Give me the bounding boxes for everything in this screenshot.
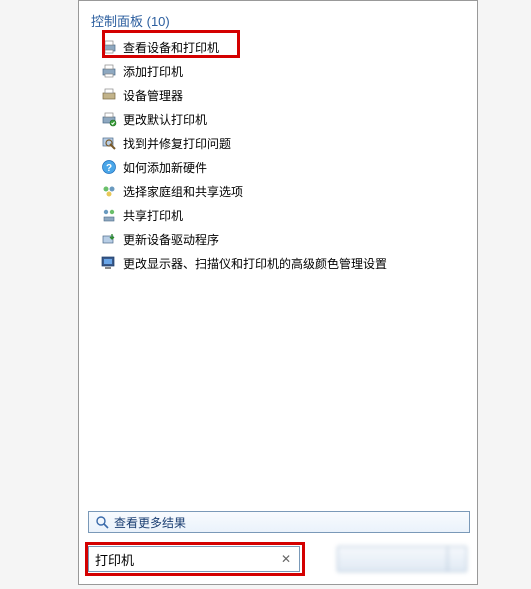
result-add-printer[interactable]: 添加打印机 bbox=[101, 60, 469, 82]
clear-search-icon[interactable]: ✕ bbox=[279, 552, 293, 566]
result-troubleshoot-printing[interactable]: 找到并修复打印问题 bbox=[101, 132, 469, 154]
device-manager-icon bbox=[101, 87, 117, 103]
troubleshoot-icon bbox=[101, 135, 117, 151]
result-label: 更改默认打印机 bbox=[123, 111, 207, 128]
result-label: 共享打印机 bbox=[123, 207, 183, 224]
update-driver-icon bbox=[101, 231, 117, 247]
results-list: 查看设备和打印机 添加打印机 设备管理器 更改默认打印机 找到并修复打印问题 bbox=[79, 36, 477, 274]
search-input[interactable] bbox=[95, 552, 279, 567]
help-icon: ? bbox=[101, 159, 117, 175]
result-label: 添加打印机 bbox=[123, 63, 183, 80]
search-box[interactable]: ✕ bbox=[88, 546, 300, 572]
search-results-panel: 控制面板 (10) 查看设备和打印机 添加打印机 设备管理器 更改默认打印机 bbox=[78, 0, 478, 585]
result-label: 找到并修复打印问题 bbox=[123, 135, 231, 152]
result-label: 更改显示器、扫描仪和打印机的高级颜色管理设置 bbox=[123, 255, 387, 272]
printer-add-icon bbox=[101, 63, 117, 79]
see-more-label: 查看更多结果 bbox=[114, 514, 186, 531]
result-change-default-printer[interactable]: 更改默认打印机 bbox=[101, 108, 469, 130]
printer-default-icon bbox=[101, 111, 117, 127]
result-color-management[interactable]: 更改显示器、扫描仪和打印机的高级颜色管理设置 bbox=[101, 252, 469, 274]
share-printer-icon bbox=[101, 207, 117, 223]
shutdown-split-divider bbox=[447, 547, 448, 571]
see-more-results-button[interactable]: 查看更多结果 bbox=[88, 511, 470, 533]
result-update-driver[interactable]: 更新设备驱动程序 bbox=[101, 228, 469, 250]
result-homegroup-sharing[interactable]: 选择家庭组和共享选项 bbox=[101, 180, 469, 202]
homegroup-icon bbox=[101, 183, 117, 199]
search-icon bbox=[95, 515, 109, 529]
result-device-manager[interactable]: 设备管理器 bbox=[101, 84, 469, 106]
result-label: 选择家庭组和共享选项 bbox=[123, 183, 243, 200]
result-label: 如何添加新硬件 bbox=[123, 159, 207, 176]
color-management-icon bbox=[101, 255, 117, 271]
shutdown-button[interactable] bbox=[337, 546, 467, 572]
search-row: ✕ bbox=[88, 546, 300, 572]
svg-text:?: ? bbox=[106, 163, 112, 174]
result-label: 设备管理器 bbox=[123, 87, 183, 104]
printer-devices-icon bbox=[101, 39, 117, 55]
result-how-add-hardware[interactable]: ? 如何添加新硬件 bbox=[101, 156, 469, 178]
result-view-devices-printers[interactable]: 查看设备和打印机 bbox=[101, 36, 469, 58]
result-label: 更新设备驱动程序 bbox=[123, 231, 219, 248]
result-share-printer[interactable]: 共享打印机 bbox=[101, 204, 469, 226]
result-label: 查看设备和打印机 bbox=[123, 39, 219, 56]
category-header-control-panel[interactable]: 控制面板 (10) bbox=[79, 1, 477, 36]
